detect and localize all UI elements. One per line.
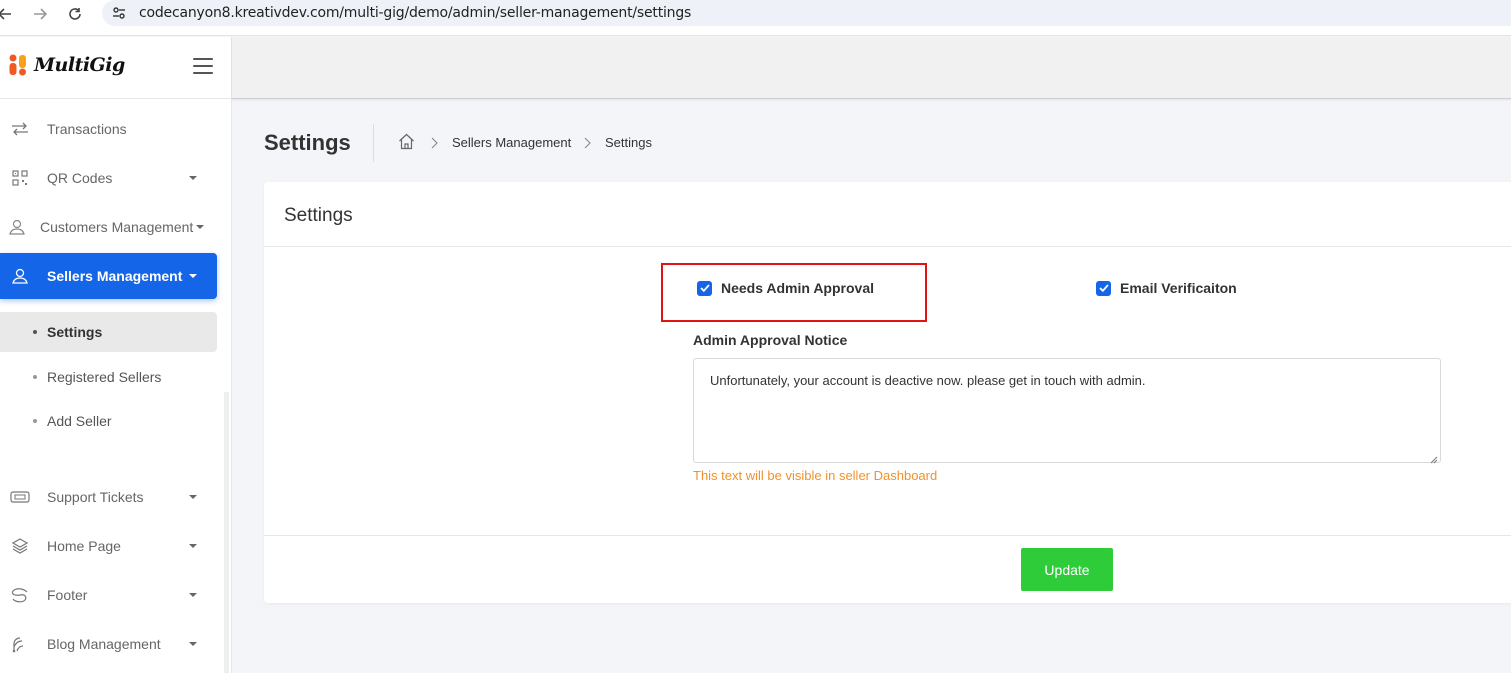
resize-handle-icon[interactable] bbox=[1430, 452, 1438, 464]
sidebar-item-footer[interactable]: Footer bbox=[0, 572, 217, 618]
sidebar-subitem-settings[interactable]: Settings bbox=[0, 312, 217, 352]
menu-toggle-icon[interactable] bbox=[193, 58, 213, 74]
sidebar-subitem-label: Registered Sellers bbox=[47, 369, 162, 385]
sidebar-item-blog-management[interactable]: Blog Management bbox=[0, 621, 217, 667]
needs-admin-approval-checkbox[interactable]: Needs Admin Approval bbox=[697, 280, 874, 296]
blog-icon bbox=[10, 634, 30, 654]
sidebar-subitem-label: Add Seller bbox=[47, 413, 112, 429]
url-text: codecanyon8.kreativdev.com/multi-gig/dem… bbox=[139, 5, 692, 21]
card-title: Settings bbox=[284, 205, 353, 226]
update-button[interactable]: Update bbox=[1021, 548, 1113, 591]
reload-icon[interactable] bbox=[64, 3, 86, 25]
logo-icon bbox=[9, 54, 26, 76]
layers-icon bbox=[10, 536, 30, 556]
textarea-value: Unfortunately, your account is deactive … bbox=[710, 373, 1146, 388]
admin-approval-notice-textarea[interactable]: Unfortunately, your account is deactive … bbox=[693, 358, 1441, 464]
sidebar-item-label: QR Codes bbox=[47, 170, 113, 186]
sidebar-item-qr-codes[interactable]: QR Codes bbox=[0, 155, 217, 201]
chevron-down-icon bbox=[189, 274, 197, 278]
email-verification-label: Email Verificaiton bbox=[1120, 280, 1237, 296]
sidebar-item-support-tickets[interactable]: Support Tickets bbox=[0, 474, 217, 520]
browser-toolbar: codecanyon8.kreativdev.com/multi-gig/dem… bbox=[0, 0, 1511, 36]
customers-icon bbox=[7, 217, 27, 237]
sidebar-item-label: Blog Management bbox=[47, 636, 161, 652]
chevron-down-icon bbox=[189, 176, 197, 180]
sidebar-item-label: Sellers Management bbox=[47, 268, 183, 284]
bullet-icon bbox=[33, 375, 37, 379]
top-header bbox=[232, 37, 1511, 99]
sidebar-item-label: Transactions bbox=[47, 121, 127, 137]
chevron-down-icon bbox=[189, 544, 197, 548]
chevron-down-icon bbox=[189, 495, 197, 499]
logo-text: MultiGig bbox=[34, 54, 125, 76]
checkbox-checked-icon[interactable] bbox=[697, 280, 712, 296]
chevron-down-icon bbox=[189, 593, 197, 597]
notice-help-text: This text will be visible in seller Dash… bbox=[693, 468, 938, 483]
forward-icon[interactable] bbox=[29, 3, 51, 25]
page-title: Settings bbox=[264, 130, 351, 155]
card-footer-divider bbox=[264, 535, 1511, 536]
bullet-icon bbox=[33, 419, 37, 423]
admin-approval-notice-label: Admin Approval Notice bbox=[693, 332, 848, 348]
checkbox-checked-icon[interactable] bbox=[1096, 280, 1111, 296]
back-icon[interactable] bbox=[0, 3, 16, 25]
chevron-right-icon bbox=[582, 136, 592, 149]
address-bar[interactable]: codecanyon8.kreativdev.com/multi-gig/dem… bbox=[102, 0, 1511, 26]
sidebar-item-transactions[interactable]: Transactions bbox=[0, 106, 217, 152]
qr-code-icon bbox=[10, 168, 30, 188]
card-header-divider bbox=[264, 246, 1511, 247]
sidebar-subitem-add-seller[interactable]: Add Seller bbox=[0, 401, 217, 441]
email-verification-checkbox[interactable]: Email Verificaiton bbox=[1096, 280, 1237, 296]
chevron-right-icon bbox=[429, 136, 439, 149]
sidebar-item-sellers-management[interactable]: Sellers Management bbox=[0, 253, 217, 299]
sidebar-item-label: Customers Management bbox=[40, 219, 194, 235]
sidebar-item-label: Footer bbox=[47, 587, 88, 603]
transactions-icon bbox=[10, 119, 30, 139]
settings-card: Settings Needs Admin Approval Email Veri… bbox=[264, 182, 1511, 603]
title-divider bbox=[373, 124, 374, 162]
ticket-icon bbox=[10, 487, 30, 507]
sidebar-item-customers-management[interactable]: Customers Management bbox=[0, 204, 217, 250]
sidebar-subitem-label: Settings bbox=[47, 324, 103, 340]
chevron-down-icon bbox=[196, 225, 204, 229]
sidebar-item-label: Support Tickets bbox=[47, 489, 144, 505]
needs-admin-approval-label: Needs Admin Approval bbox=[721, 280, 874, 296]
logo-area: MultiGig bbox=[0, 37, 232, 99]
home-icon[interactable] bbox=[398, 133, 415, 150]
site-settings-icon[interactable] bbox=[110, 4, 128, 22]
sidebar-item-label: Home Page bbox=[47, 538, 121, 554]
footer-icon bbox=[10, 585, 30, 605]
sidebar-subitem-registered-sellers[interactable]: Registered Sellers bbox=[0, 357, 217, 397]
sellers-icon bbox=[10, 266, 30, 286]
bullet-icon bbox=[33, 330, 37, 334]
chevron-down-icon bbox=[189, 642, 197, 646]
breadcrumb-settings: Settings bbox=[605, 135, 652, 150]
sidebar-item-home-page[interactable]: Home Page bbox=[0, 523, 217, 569]
breadcrumb-sellers-management[interactable]: Sellers Management bbox=[452, 135, 571, 150]
sidebar: MultiGig Transactions QR Codes Customers… bbox=[0, 37, 232, 673]
logo[interactable]: MultiGig bbox=[8, 53, 125, 77]
sidebar-scrollbar[interactable] bbox=[224, 392, 229, 673]
